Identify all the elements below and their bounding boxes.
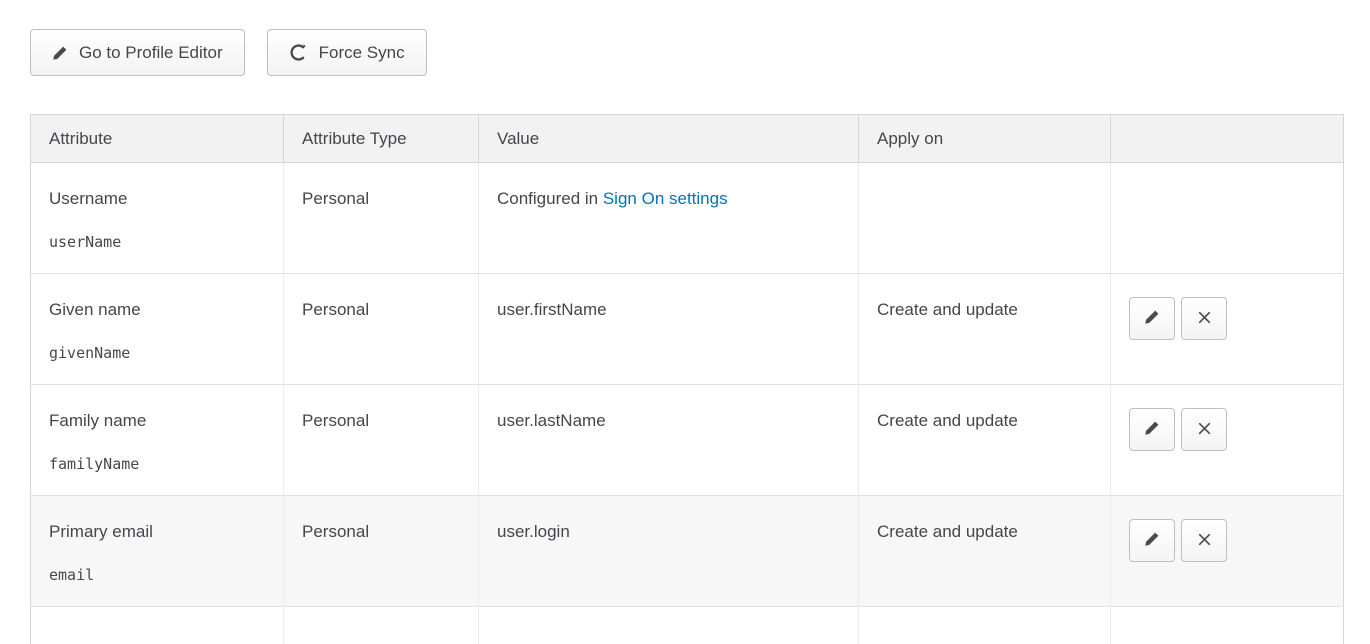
edit-attribute-button[interactable] <box>1129 408 1175 451</box>
attribute-label: Primary email <box>49 522 265 542</box>
force-sync-button[interactable]: Force Sync <box>267 29 427 76</box>
header-value: Value <box>479 115 859 163</box>
table-row-primary-email: Primary email email Personal user.login … <box>31 496 1344 607</box>
value-cell: user.lastName <box>479 385 859 496</box>
value-cell: Configured in Sign On settings <box>479 163 859 274</box>
actions-cell <box>1111 163 1344 274</box>
close-icon <box>1197 532 1212 550</box>
header-attribute-type: Attribute Type <box>284 115 479 163</box>
close-icon <box>1197 310 1212 328</box>
attribute-cell: Given name givenName <box>31 274 284 385</box>
pencil-icon <box>52 45 68 61</box>
pencil-icon <box>1144 309 1160 328</box>
attribute-label: Given name <box>49 300 265 320</box>
attribute-cell: Username userName <box>31 163 284 274</box>
header-attribute: Attribute <box>31 115 284 163</box>
table-row-given-name: Given name givenName Personal user.first… <box>31 274 1344 385</box>
delete-attribute-button[interactable] <box>1181 297 1227 340</box>
apply-on-cell: Create and update <box>859 496 1111 607</box>
toolbar: Go to Profile Editor Force Sync <box>30 29 1343 76</box>
go-to-profile-editor-button[interactable]: Go to Profile Editor <box>30 29 245 76</box>
apply-on-cell <box>859 163 1111 274</box>
attribute-variable-name: familyName <box>49 455 265 473</box>
table-row-username: Username userName Personal Configured in… <box>31 163 1344 274</box>
apply-on-cell: Create and update <box>859 385 1111 496</box>
go-to-profile-editor-label: Go to Profile Editor <box>79 43 223 63</box>
edit-attribute-button[interactable] <box>1129 519 1175 562</box>
edit-attribute-button[interactable] <box>1129 297 1175 340</box>
attribute-type-cell: Personal <box>284 163 479 274</box>
attribute-label: Username <box>49 189 265 209</box>
apply-on-cell: Create and update <box>859 274 1111 385</box>
close-icon <box>1197 421 1212 439</box>
attribute-type-cell: Personal <box>284 385 479 496</box>
table-row-family-name: Family name familyName Personal user.las… <box>31 385 1344 496</box>
table-header-row: Attribute Attribute Type Value Apply on <box>31 115 1344 163</box>
attribute-mapping-table: Attribute Attribute Type Value Apply on … <box>30 114 1344 644</box>
attribute-variable-name: email <box>49 566 265 584</box>
force-sync-label: Force Sync <box>319 43 405 63</box>
actions-cell <box>1111 274 1344 385</box>
pencil-icon <box>1144 531 1160 550</box>
value-cell: user.login <box>479 496 859 607</box>
actions-cell <box>1111 496 1344 607</box>
value-text: Configured in <box>497 189 603 208</box>
delete-attribute-button[interactable] <box>1181 519 1227 562</box>
pencil-icon <box>1144 420 1160 439</box>
refresh-icon <box>289 43 308 62</box>
table-row-partial <box>31 607 1344 644</box>
actions-cell <box>1111 385 1344 496</box>
header-apply-on: Apply on <box>859 115 1111 163</box>
attribute-label: Family name <box>49 411 265 431</box>
attribute-variable-name: givenName <box>49 344 265 362</box>
value-cell: user.firstName <box>479 274 859 385</box>
attribute-variable-name: userName <box>49 233 265 251</box>
attribute-cell: Family name familyName <box>31 385 284 496</box>
attribute-type-cell: Personal <box>284 274 479 385</box>
attribute-cell: Primary email email <box>31 496 284 607</box>
attribute-mappings-page: Go to Profile Editor Force Sync Attribut… <box>0 0 1370 644</box>
attribute-type-cell: Personal <box>284 496 479 607</box>
delete-attribute-button[interactable] <box>1181 408 1227 451</box>
header-actions <box>1111 115 1344 163</box>
sign-on-settings-link[interactable]: Sign On settings <box>603 189 728 208</box>
